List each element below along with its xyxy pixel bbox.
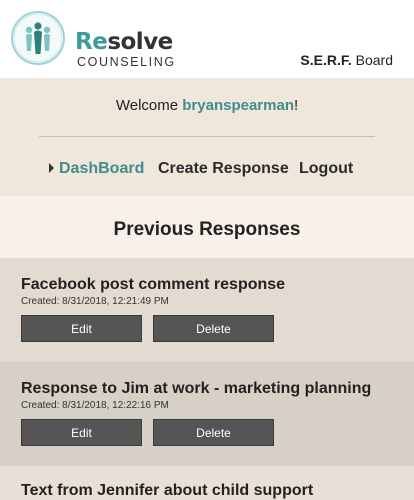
response-created: Created: 8/31/2018, 12:21:49 PM <box>21 296 169 307</box>
board-title-bold: S.E.R.F. <box>300 52 352 68</box>
board-title-rest: Board <box>351 52 393 68</box>
welcome-prefix: Welcome <box>115 97 183 114</box>
delete-button[interactable]: Delete <box>153 315 274 342</box>
welcome-username: bryanspearman <box>182 97 294 114</box>
main-nav: DashBoard Create Response Logout <box>0 158 414 180</box>
nav-create-response[interactable]: Create Response <box>158 160 289 178</box>
response-card: Response to Jim at work - marketing plan… <box>0 362 414 466</box>
response-title: Text from Jennifer about child support <box>21 482 314 499</box>
section-title: Previous Responses <box>113 219 301 240</box>
caret-right-icon <box>49 163 54 173</box>
welcome-suffix: ! <box>293 97 299 114</box>
nav-logout[interactable]: Logout <box>299 160 353 178</box>
logo-icon <box>11 11 65 65</box>
brand-subtitle: COUNSELING <box>77 55 176 69</box>
divider <box>39 136 375 137</box>
response-created: Created: 8/31/2018, 12:22:16 PM <box>21 400 169 411</box>
response-title: Response to Jim at work - marketing plan… <box>21 380 372 397</box>
edit-button[interactable]: Edit <box>21 315 142 342</box>
brand-name: Resolve <box>75 29 173 55</box>
nav-dashboard[interactable]: DashBoard <box>59 160 144 178</box>
response-card: Text from Jennifer about child support <box>0 466 414 500</box>
delete-button[interactable]: Delete <box>153 419 274 446</box>
welcome-message: Welcome bryanspearman! <box>0 97 414 115</box>
brand-prefix: Re <box>75 29 108 55</box>
edit-button[interactable]: Edit <box>21 419 142 446</box>
site-header: Resolve COUNSELING S.E.R.F. Board <box>0 0 414 78</box>
response-title: Facebook post comment response <box>21 276 286 293</box>
board-title: S.E.R.F. Board <box>300 52 393 68</box>
brand-rest: solve <box>107 29 173 55</box>
response-card: Facebook post comment response Created: … <box>0 258 414 362</box>
